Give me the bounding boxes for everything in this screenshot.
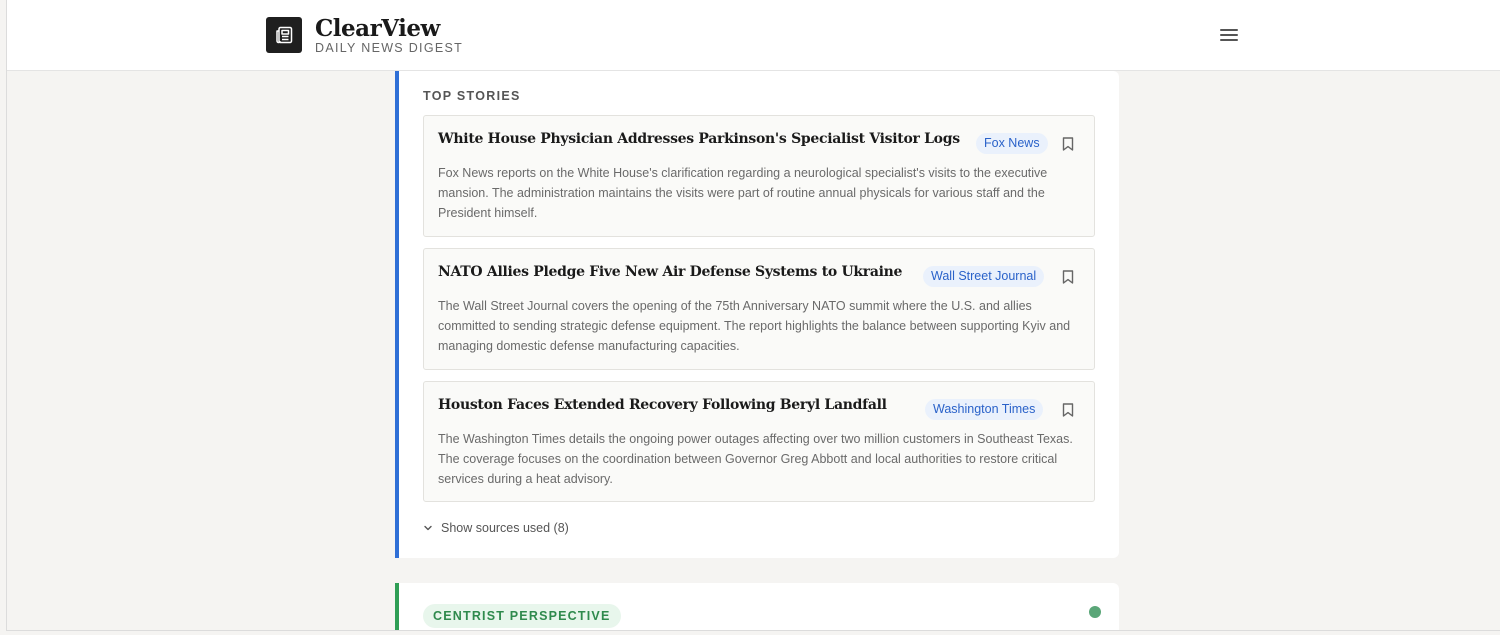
story-summary: The Wall Street Journal covers the openi… [438, 299, 1071, 353]
site-header: ClearView DAILY NEWS DIGEST [7, 0, 1500, 71]
app-frame: ClearView DAILY NEWS DIGEST TOP STORIES … [6, 0, 1500, 631]
story-summary: Fox News reports on the White House's cl… [438, 166, 1048, 220]
story-headline[interactable]: White House Physician Addresses Parkinso… [438, 131, 960, 147]
story-headline[interactable]: NATO Allies Pledge Five New Air Defense … [438, 264, 938, 280]
source-badge[interactable]: Wall Street Journal [923, 266, 1045, 287]
story-headline[interactable]: Houston Faces Extended Recovery Followin… [438, 397, 938, 413]
story-card[interactable]: White House Physician Addresses Parkinso… [423, 115, 1095, 237]
hamburger-menu-icon[interactable] [1218, 26, 1240, 44]
centrist-badge: CENTRIST PERSPECTIVE [423, 604, 621, 628]
bookmark-icon[interactable] [1062, 137, 1074, 151]
section-title: TOP STORIES [423, 89, 521, 103]
bookmark-icon[interactable] [1062, 403, 1074, 417]
story-card[interactable]: NATO Allies Pledge Five New Air Defense … [423, 248, 1095, 370]
newspaper-icon[interactable] [266, 17, 302, 53]
show-sources-label: Show sources used (8) [441, 521, 569, 535]
brand-tagline: DAILY NEWS DIGEST [315, 41, 464, 55]
brand-name[interactable]: ClearView [315, 15, 440, 42]
centrist-perspective-section: CENTRIST PERSPECTIVE [395, 583, 1119, 630]
story-summary: The Washington Times details the ongoing… [438, 432, 1073, 486]
show-sources-toggle[interactable]: Show sources used (8) [423, 521, 569, 535]
status-dot-icon [1089, 606, 1101, 618]
bookmark-icon[interactable] [1062, 270, 1074, 284]
chevron-down-icon [424, 525, 432, 531]
story-card[interactable]: Houston Faces Extended Recovery Followin… [423, 381, 1095, 502]
top-stories-section: TOP STORIES White House Physician Addres… [395, 71, 1119, 558]
source-badge[interactable]: Washington Times [925, 399, 1044, 420]
source-badge[interactable]: Fox News [976, 133, 1048, 154]
